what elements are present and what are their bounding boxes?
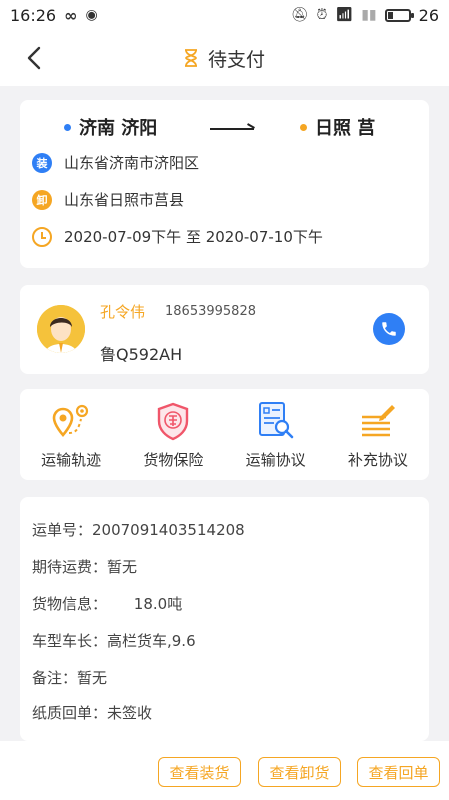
unload-badge-icon: 卸 <box>32 189 52 210</box>
waybill-number: 运单号：2007091403514208 <box>32 521 245 539</box>
route-card: 济南 济阳 日照 莒 装 山东省济南市济阳区 卸 山东省日照市莒县 2020-0… <box>20 100 429 268</box>
insurance-shield-icon <box>158 402 189 441</box>
services-card: 运输轨迹 货物保险 运输协议 补充协议 <box>20 389 429 480</box>
service-transport-agreement[interactable]: 运输协议 <box>225 389 327 480</box>
origin-city: 济南 济阳 <box>64 114 157 140</box>
destination-city: 日照 莒 <box>300 114 375 140</box>
service-label: 货物保险 <box>143 451 204 469</box>
origin-city-label: 济南 济阳 <box>79 118 158 139</box>
service-label: 运输轨迹 <box>41 451 102 469</box>
paper-receipt-status: 纸质回单：未签收 <box>32 704 153 722</box>
remark: 备注：暂无 <box>32 669 108 687</box>
load-address-row: 装 山东省济南市济阳区 <box>32 152 199 173</box>
cargo-info-label: 货物信息： <box>32 595 108 613</box>
expected-fee: 期待运费：暂无 <box>32 558 138 576</box>
status-bar: 16:26 ∞ ◉ 🔕︎ ⏰︎ 📶︎ ▮▮ 26 <box>0 0 449 30</box>
status-time: 16:26 <box>10 5 57 25</box>
cargo-info-value: 18.0吨 <box>133 595 183 613</box>
person-avatar-icon <box>37 305 85 353</box>
view-loading-button[interactable]: 查看装货 <box>158 757 241 787</box>
destination-city-label: 日照 莒 <box>315 118 376 139</box>
page-title: 待支付 <box>207 48 265 71</box>
destination-dot-icon <box>300 123 307 131</box>
load-address: 山东省济南市济阳区 <box>64 154 200 172</box>
cargo-info: 货物信息： 18.0吨 <box>32 593 182 614</box>
route-pin-icon <box>52 404 89 437</box>
view-receipt-button[interactable]: 查看回单 <box>357 757 440 787</box>
service-supplement-agreement[interactable]: 补充协议 <box>327 389 429 480</box>
supplement-edit-icon <box>361 405 395 437</box>
driver-name: 孔令伟 <box>100 303 146 321</box>
clock-icon <box>32 226 52 247</box>
load-badge-icon: 装 <box>32 152 52 173</box>
vehicle-plate: 鲁Q592AH <box>100 345 183 364</box>
driver-phone: 18653995828 <box>165 304 256 319</box>
battery-fill <box>387 11 393 19</box>
service-label: 运输协议 <box>245 451 306 469</box>
service-transport-track[interactable]: 运输轨迹 <box>20 389 122 480</box>
order-details-card: 运单号：2007091403514208 期待运费：暂无 货物信息： 18.0吨… <box>20 497 429 741</box>
signal-icon: ▮▮ <box>361 7 377 23</box>
origin-dot-icon <box>64 123 71 131</box>
nav-bar: 待支付 <box>0 30 449 86</box>
app-notification-icon: ◉ <box>85 7 98 23</box>
service-label: 补充协议 <box>347 451 408 469</box>
battery-level: 26 <box>418 5 439 25</box>
back-button[interactable] <box>16 40 52 76</box>
hourglass-icon <box>184 49 197 67</box>
wifi-icon: 📶︎ <box>335 7 354 23</box>
unload-address-row: 卸 山东省日照市莒县 <box>32 189 184 210</box>
driver-card: 孔令伟 18653995828 鲁Q592AH <box>20 285 429 374</box>
view-unloading-button[interactable]: 查看卸货 <box>258 757 341 787</box>
chevron-left-icon <box>27 46 41 70</box>
call-driver-button[interactable] <box>373 313 405 345</box>
unload-address: 山东省日照市莒县 <box>64 191 185 209</box>
agreement-search-icon <box>258 402 293 439</box>
link-icon: ∞ <box>64 5 78 25</box>
bottom-action-bar: 查看装货 查看卸货 查看回单 <box>0 741 449 800</box>
route-arrow-icon <box>210 128 254 130</box>
mute-icon: 🔕︎ <box>290 7 309 23</box>
alarm-icon: ⏰︎ <box>316 7 328 23</box>
time-range-row: 2020-07-09下午 至 2020-07-10下午 <box>32 226 323 247</box>
phone-icon <box>382 322 396 336</box>
vehicle-type-length: 车型车长：高栏货车,9.6 <box>32 632 196 650</box>
service-cargo-insurance[interactable]: 货物保险 <box>122 389 224 480</box>
time-range: 2020-07-09下午 至 2020-07-10下午 <box>64 228 323 246</box>
battery-icon <box>384 8 414 22</box>
driver-avatar <box>37 305 85 353</box>
